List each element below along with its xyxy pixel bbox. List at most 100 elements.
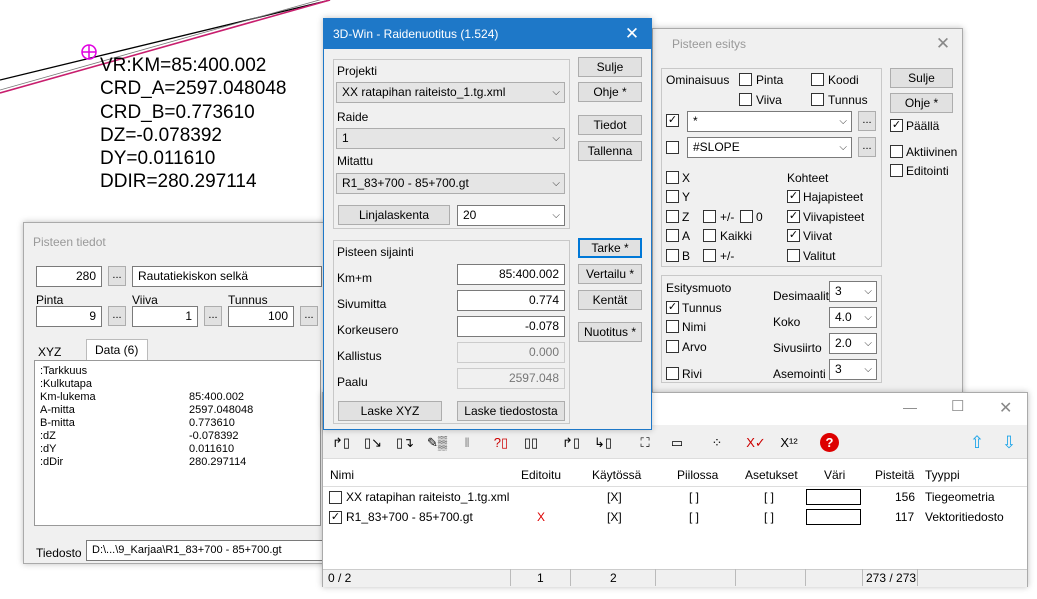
e-rivi-checkbox[interactable] (666, 367, 679, 380)
display-icon[interactable]: ▭ (666, 433, 688, 453)
kaikki-checkbox[interactable] (703, 229, 716, 242)
nuotitus-button[interactable]: Nuotitus * (578, 322, 642, 342)
row1-name[interactable]: XX ratapihan raiteisto_1.tg.xml (346, 490, 509, 504)
tarke-button[interactable]: Tarke * (578, 238, 642, 258)
esitys-ohje-button[interactable]: Ohje * (890, 93, 953, 113)
edit-file-icon[interactable]: ✎▒ (426, 433, 448, 453)
e-arvo-checkbox[interactable] (666, 340, 679, 353)
minimize-icon[interactable]: — (903, 399, 917, 415)
filter2-browse-button[interactable]: ... (858, 137, 876, 157)
col-asetukset[interactable]: Asetukset (745, 468, 798, 482)
code-field[interactable]: 280 (36, 266, 102, 287)
maximize-icon[interactable]: ☐ (951, 397, 964, 415)
close-icon[interactable]: ✕ (999, 398, 1012, 418)
tunnus-browse-button[interactable]: ... (300, 306, 318, 326)
row2-kaytossa[interactable]: [X] (607, 510, 622, 524)
arrow-down-icon[interactable]: ⇩ (998, 433, 1020, 453)
pinta-checkbox[interactable] (739, 73, 752, 86)
z-pm-checkbox[interactable] (703, 210, 716, 223)
kentat-button[interactable]: Kentät (578, 290, 642, 310)
help-icon[interactable]: ? (820, 433, 839, 452)
b-pm-checkbox[interactable] (703, 249, 716, 262)
code-browse-button[interactable]: ... (108, 266, 126, 286)
sivusiirto-combo[interactable]: 2.0 ⌵ (829, 333, 877, 354)
vertailu-button[interactable]: Vertailu * (578, 264, 642, 284)
ohje-button[interactable]: Ohje * (578, 82, 642, 102)
filter1-browse-button[interactable]: ... (858, 111, 876, 131)
row1-asetukset[interactable]: [ ] (764, 490, 774, 504)
z-zero-checkbox[interactable] (740, 210, 753, 223)
filter2-checkbox[interactable] (666, 141, 679, 154)
col-editoitu[interactable]: Editoitu (521, 468, 561, 482)
code-description-field[interactable]: Rautatiekiskon selkä (132, 266, 322, 287)
sivumitta-field[interactable]: 0.774 (457, 290, 565, 311)
filter2-combo[interactable]: #SLOPE ⌵ (687, 137, 852, 158)
check-x-icon[interactable]: X✓ (745, 433, 767, 453)
row2-checkbox[interactable]: ✓ (329, 511, 342, 524)
aktiivinen-checkbox[interactable] (890, 145, 903, 158)
hajapisteet-checkbox[interactable]: ✓ (787, 190, 800, 203)
col-pisteita[interactable]: Pisteitä (875, 468, 914, 482)
desimaalit-combo[interactable]: 3 ⌵ (829, 281, 877, 302)
tiedot-button[interactable]: Tiedot (578, 115, 642, 135)
open-file-icon[interactable]: ↱▯ (330, 433, 352, 453)
y-checkbox[interactable] (666, 190, 679, 203)
e-nimi-checkbox[interactable] (666, 320, 679, 333)
row1-checkbox[interactable] (329, 491, 342, 504)
new-file-icon[interactable]: ▯↘ (362, 433, 384, 453)
tab-data[interactable]: Data (6) (86, 339, 148, 360)
viivat-checkbox[interactable]: ✓ (787, 229, 800, 242)
zoom-extent-icon[interactable]: ⛶ (634, 433, 656, 453)
row2-name[interactable]: R1_83+700 - 85+700.gt (346, 510, 473, 524)
viivapisteet-checkbox[interactable]: ✓ (787, 210, 800, 223)
col-nimi[interactable]: Nimi (330, 468, 354, 482)
paalla-checkbox[interactable]: ✓ (890, 119, 903, 132)
tab-xyz[interactable]: XYZ (38, 345, 61, 359)
editointi-checkbox[interactable] (890, 164, 903, 177)
filter1-combo[interactable]: * ⌵ (687, 111, 852, 132)
mitattu-combo[interactable]: R1_83+700 - 85+700.gt ⌵ (336, 173, 565, 194)
row2-piilossa[interactable]: [ ] (689, 510, 699, 524)
laske-tiedostosta-button[interactable]: Laske tiedostosta (457, 401, 565, 421)
data-list[interactable]: :Tarkkuus :Kulkutapa Km-lukema 85:400.002… (34, 360, 321, 526)
koodi-checkbox[interactable] (811, 73, 824, 86)
x-checkbox[interactable] (666, 171, 679, 184)
viiva-browse-button[interactable]: ... (204, 306, 222, 326)
linjalaskenta-combo[interactable]: 20 ⌵ (457, 205, 565, 226)
linjalaskenta-button[interactable]: Linjalaskenta (338, 205, 450, 225)
tallenna-button[interactable]: Tallenna (578, 141, 642, 161)
move-up-icon[interactable]: ↱▯ (560, 433, 582, 453)
viiva-field[interactable]: 1 (132, 306, 198, 327)
row2-asetukset[interactable]: [ ] (764, 510, 774, 524)
tiedosto-field[interactable]: D:\...\9_Karjaa\R1_83+700 - 85+700.gt (86, 540, 326, 561)
col-kaytossa[interactable]: Käytössä (592, 468, 641, 482)
a-checkbox[interactable] (666, 229, 679, 242)
pinta-field[interactable]: 9 (36, 306, 102, 327)
row1-color-swatch[interactable] (806, 489, 861, 505)
move-down-icon[interactable]: ↳▯ (592, 433, 614, 453)
col-tyyppi[interactable]: Tyyppi (925, 468, 960, 482)
asemointi-combo[interactable]: 3 ⌵ (829, 359, 877, 380)
pinta-browse-button[interactable]: ... (108, 306, 126, 326)
close-icon[interactable]: ✕ (924, 29, 962, 59)
x12-icon[interactable]: X¹² (778, 433, 800, 453)
valitut-checkbox[interactable] (787, 249, 800, 262)
projekti-combo[interactable]: XX ratapihan raiteisto_1.tg.xml ⌵ (336, 82, 565, 103)
sulje-button[interactable]: Sulje (578, 57, 642, 77)
row1-piilossa[interactable]: [ ] (689, 490, 699, 504)
koko-combo[interactable]: 4.0 ⌵ (829, 307, 877, 328)
close-icon[interactable]: ✕ (613, 19, 651, 49)
save-file-icon[interactable]: ▯▯ (520, 433, 542, 453)
tunnus-checkbox[interactable] (811, 93, 824, 106)
row1-kaytossa[interactable]: [X] (607, 490, 622, 504)
z-checkbox[interactable] (666, 210, 679, 223)
query-file-icon[interactable]: ?▯ (490, 433, 512, 453)
esitys-sulje-button[interactable]: Sulje (890, 68, 953, 88)
tunnus-field[interactable]: 100 (228, 306, 294, 327)
korkeusero-field[interactable]: -0.078 (457, 316, 565, 337)
row2-color-swatch[interactable] (806, 509, 861, 525)
b-checkbox[interactable] (666, 249, 679, 262)
filter1-checkbox[interactable]: ✓ (666, 114, 679, 127)
arrow-up-icon[interactable]: ⇧ (966, 433, 988, 453)
e-tunnus-checkbox[interactable]: ✓ (666, 301, 679, 314)
